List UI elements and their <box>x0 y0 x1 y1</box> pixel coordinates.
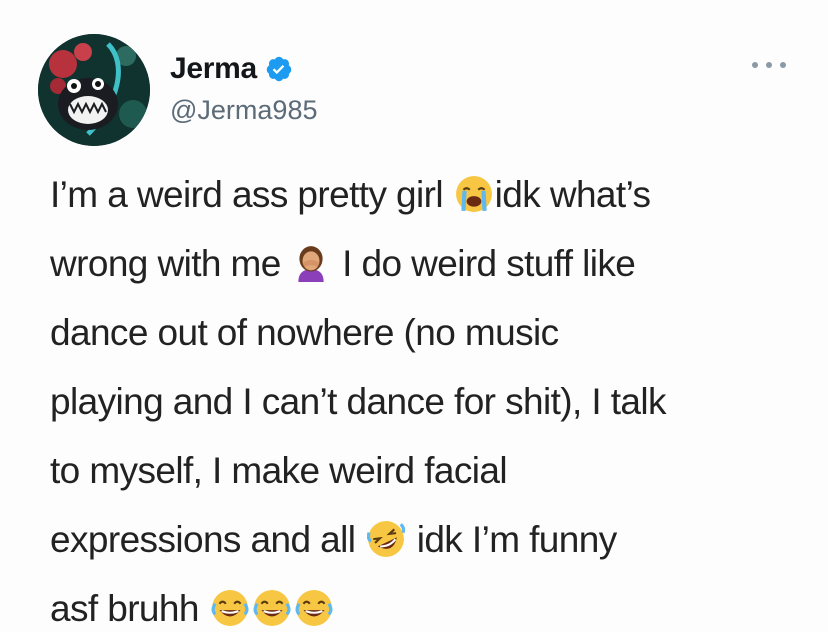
dot <box>766 62 772 68</box>
avatar[interactable] <box>38 34 150 146</box>
verified-badge-icon <box>266 56 292 82</box>
dot <box>780 62 786 68</box>
tweet-text-segment: I do weird stuff like <box>332 243 636 284</box>
tweet-text-segment: asf bruhh <box>50 588 209 629</box>
tweet-line: asf bruhh <box>50 574 790 632</box>
tweet-text-segment: I’m a weird ass pretty girl <box>50 174 453 215</box>
tweet-line: to myself, I make weird facial <box>50 450 508 491</box>
tweet-line: dance out of nowhere (no music <box>50 312 559 353</box>
dot <box>752 62 758 68</box>
tweet-text-segment: wrong with me <box>50 243 291 284</box>
tweet-text-segment: expressions and all <box>50 519 366 560</box>
tweet-line: I’m a weird ass pretty girl idk what’s <box>50 160 790 229</box>
rolling-on-floor-laughing-emoji <box>367 521 406 557</box>
tweet-card: Jerma @Jerma985 I’m a weird ass pretty g… <box>0 0 828 632</box>
tweet-line: expressions and all idk I’m funny <box>50 505 790 574</box>
display-name[interactable]: Jerma <box>170 52 257 86</box>
face-with-tears-of-joy-emoji <box>211 590 249 626</box>
crying-face-emoji <box>455 176 492 212</box>
tweet-text: I’m a weird ass pretty girl idk what’s w… <box>50 160 790 632</box>
avatar-image <box>38 34 150 146</box>
face-with-tears-of-joy-emoji <box>253 590 291 626</box>
face-with-tears-of-joy-emoji <box>295 590 333 626</box>
tweet-text-segment: idk what’s <box>494 174 651 215</box>
tweet-text-segment: idk I’m funny <box>407 519 618 560</box>
author-handle[interactable]: @Jerma985 <box>170 95 317 126</box>
person-facepalming-emoji <box>298 246 325 282</box>
tweet-line: wrong with me I do weird stuff like <box>50 229 790 298</box>
tweet-line: playing and I can’t dance for shit), I t… <box>50 381 666 422</box>
author-name-row: Jerma <box>170 52 293 86</box>
more-options-icon[interactable] <box>752 58 786 72</box>
